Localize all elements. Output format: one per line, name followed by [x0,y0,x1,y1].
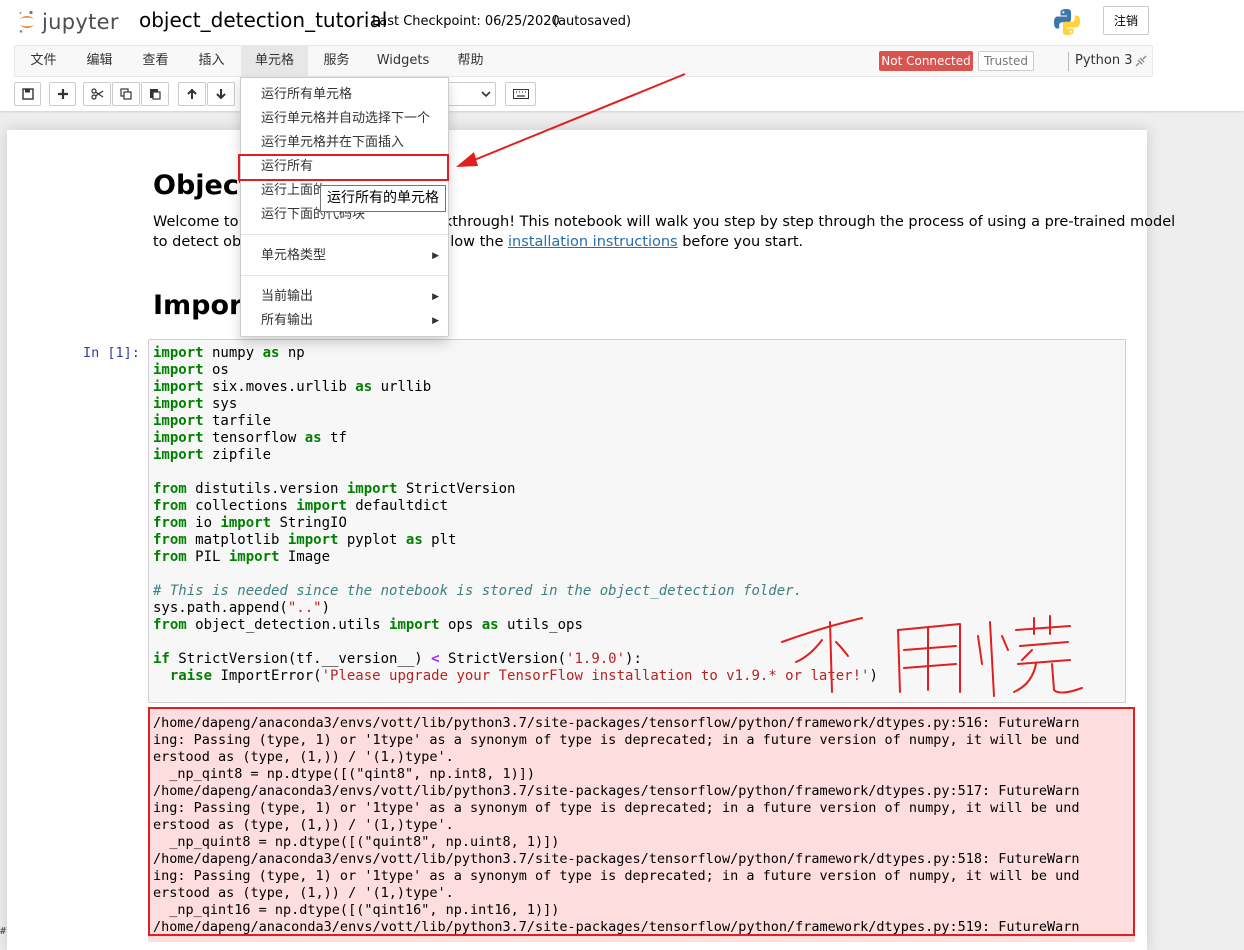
save-button[interactable] [14,82,41,106]
intro-text-end-2: before you start. [677,234,804,250]
jupyter-logo-text: jupyter [42,10,119,34]
menu-tooltip: 运行所有的单元格 [320,185,446,212]
python-logo-icon [1054,9,1080,35]
notebook-name[interactable]: object_detection_tutorial [139,8,387,32]
paste-cell-button[interactable] [141,82,169,106]
menu-view[interactable]: 查看 [137,46,174,76]
menu-divider [241,275,448,276]
move-down-button[interactable] [207,82,235,106]
cut-cell-button[interactable] [83,82,111,106]
menu-run-all[interactable]: 运行所有 [241,155,448,179]
notebook-title-heading: Object [153,170,252,201]
code-editor[interactable]: import numpy as np import os import six.… [153,345,878,685]
arrow-up-icon [187,88,197,99]
keyboard-icon [512,89,529,99]
menu-divider [241,234,448,235]
menu-widgets[interactable]: Widgets [373,46,433,76]
submenu-arrow-icon: ▶ [432,316,439,326]
menu-help[interactable]: 帮助 [452,46,489,76]
menu-run-select-below[interactable]: 运行单元格并自动选择下一个 [241,107,448,131]
copy-icon [120,88,132,100]
menu-current-outputs[interactable]: 当前输出 ▶ [241,285,448,309]
menu-all-outputs[interactable]: 所有输出 ▶ [241,309,448,333]
menu-run-insert-below[interactable]: 运行单元格并在下面插入 [241,131,448,155]
menu-run-all-cells[interactable]: 运行所有单元格 [241,83,448,107]
connection-status-badge[interactable]: Not Connected [879,51,973,71]
menu-current-outputs-label: 当前输出 [261,289,314,304]
menu-all-outputs-label: 所有输出 [261,313,314,328]
kernel-divider [1068,52,1069,71]
intro-text-right: lkthrough! This notebook will walk you s… [439,214,1176,230]
paste-icon [150,89,161,100]
chevron-down-icon [481,91,491,98]
menu-insert[interactable]: 插入 [193,46,230,76]
insert-cell-button[interactable] [49,82,76,106]
arrow-down-icon [216,89,226,100]
kernel-name: Python 3 [1075,53,1133,68]
move-up-button[interactable] [178,82,206,106]
save-icon [21,88,34,100]
menu-file[interactable]: 文件 [25,46,62,76]
menu-cell[interactable]: 单元格 [241,46,308,76]
logout-button[interactable]: 注销 [1103,6,1149,35]
copy-cell-button[interactable] [112,82,140,106]
menu-kernel[interactable]: 服务 [318,46,355,76]
menu-cell-type[interactable]: 单元格类型 ▶ [241,244,448,268]
corner-fragment: # [0,926,7,937]
submenu-arrow-icon: ▶ [432,251,439,261]
menu-edit[interactable]: 编辑 [81,46,118,76]
installation-instructions-link[interactable]: installation instructions [508,234,678,250]
trusted-badge[interactable]: Trusted [978,51,1034,71]
kernel-disconnected-icon [1134,54,1148,72]
header: jupyter object_detection_tutorial Last C… [0,0,1244,111]
jupyter-logo-icon [19,10,34,33]
submenu-arrow-icon: ▶ [432,292,439,302]
cut-icon [90,88,103,100]
command-palette-button[interactable] [505,82,536,106]
menu-cell-type-label: 单元格类型 [261,248,327,263]
plus-icon [57,89,68,99]
jupyter-logo[interactable]: jupyter [18,6,119,38]
warning-output-text: /home/dapeng/anaconda3/envs/vott/lib/pyt… [153,715,1080,935]
intro-text-left: Welcome to t [153,214,249,230]
input-prompt: In [1]: [83,345,140,361]
autosave-status: (autosaved) [553,14,632,29]
last-checkpoint: Last Checkpoint: 06/25/2020 [372,14,560,29]
intro-text-mid-2: llow the [446,234,509,250]
